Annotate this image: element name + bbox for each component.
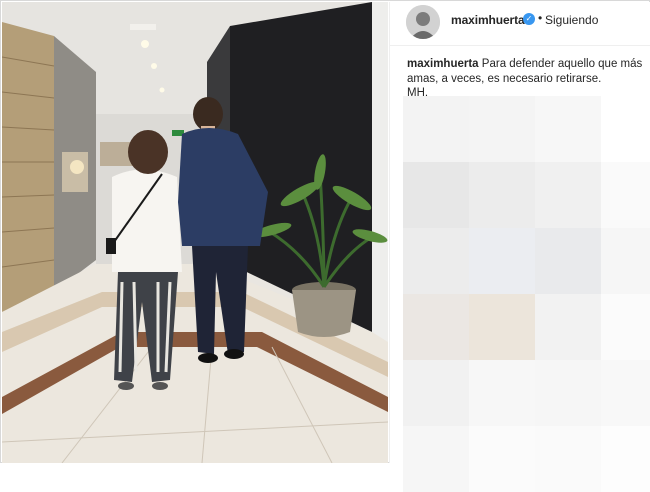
mosaic-tile: [601, 360, 650, 426]
post-header: maximhuerta ✓ • Siguiendo: [390, 2, 650, 46]
mosaic-tile: [601, 228, 650, 294]
avatar-icon: [406, 5, 440, 39]
profile-avatar[interactable]: [406, 5, 440, 39]
mosaic-tile: [403, 360, 469, 426]
mosaic-tile: [403, 228, 469, 294]
mosaic-tile: [535, 360, 601, 426]
mosaic-tile: [601, 294, 650, 360]
mosaic-tile: [469, 162, 535, 228]
mosaic-tile: [535, 228, 601, 294]
mosaic-tile: [469, 360, 535, 426]
mosaic-tile: [601, 426, 650, 492]
mosaic-tile: [535, 426, 601, 492]
pixelated-comments-area: [403, 96, 650, 492]
mosaic-tile: [469, 96, 535, 162]
follow-status-button[interactable]: Siguiendo: [545, 13, 598, 27]
mosaic-tile: [403, 96, 469, 162]
post-photo[interactable]: [2, 2, 388, 463]
mosaic-tile: [535, 162, 601, 228]
post-side-panel: maximhuerta ✓ • Siguiendo maximhuerta Pa…: [389, 2, 650, 492]
mosaic-tile: [469, 228, 535, 294]
profile-username[interactable]: maximhuerta: [451, 13, 525, 27]
mosaic-tile: [469, 294, 535, 360]
mosaic-tile: [601, 162, 650, 228]
mosaic-tile: [403, 294, 469, 360]
post-caption: maximhuerta Para defender aquello que má…: [407, 57, 643, 101]
mosaic-tile: [601, 96, 650, 162]
mosaic-tile: [535, 96, 601, 162]
verified-badge-icon: ✓: [523, 13, 535, 25]
instagram-post: maximhuerta ✓ • Siguiendo maximhuerta Pa…: [0, 0, 650, 492]
mosaic-tile: [469, 426, 535, 492]
header-separator: •: [538, 11, 543, 25]
mosaic-tile: [403, 426, 469, 492]
hallway-photo-illustration: [2, 2, 388, 463]
caption-username[interactable]: maximhuerta: [407, 58, 479, 70]
mosaic-tile: [535, 294, 601, 360]
mosaic-tile: [403, 162, 469, 228]
